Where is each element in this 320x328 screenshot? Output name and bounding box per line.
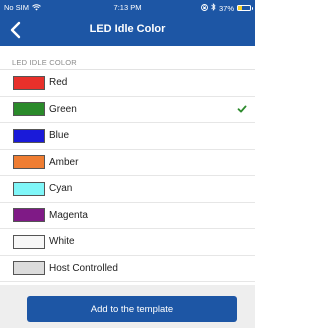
top-bar: No SIM 7:13 PM 37% LED Idle Color [0,0,255,46]
color-option-label: Green [49,103,77,115]
status-right: 37% [201,2,253,13]
battery-fill [238,6,243,10]
nav-bar: LED Idle Color [0,14,255,46]
color-option-label: Host Controlled [49,262,118,274]
color-option-cyan[interactable]: Cyan [0,176,255,203]
color-option-green[interactable]: Green [0,97,255,123]
color-option-host-controlled[interactable]: Host Controlled [0,256,255,282]
color-option-label: Amber [49,156,79,168]
color-option-red[interactable]: Red [0,70,255,97]
color-option-label: Red [49,77,68,89]
footer-bar: Add to the template [0,285,255,328]
color-option-magenta[interactable]: Magenta [0,203,255,229]
color-swatch [13,261,45,276]
checkmark-icon [237,105,247,112]
bluetooth-icon [211,2,216,13]
color-swatch [13,181,45,196]
color-swatch [13,155,45,170]
battery-percent: 37% [218,3,234,13]
page-title: LED Idle Color [89,23,166,35]
section-header: LED IDLE COLOR [12,58,77,67]
color-swatch [13,102,45,117]
battery-icon [237,5,253,11]
color-option-label: White [49,236,75,248]
rotation-lock-icon [201,3,208,13]
color-swatch [13,128,45,143]
color-option-label: Blue [49,130,70,142]
status-bar: No SIM 7:13 PM 37% [0,0,255,14]
color-option-label: Cyan [49,183,73,195]
color-option-label: Magenta [49,209,88,221]
color-option-amber[interactable]: Amber [0,150,255,176]
add-to-template-button[interactable]: Add to the template [27,296,237,322]
color-option-white[interactable]: White [0,229,255,256]
color-list: Red Green Blue Amber Cyan Magenta White Host Co… [0,70,255,282]
color-swatch [13,208,45,223]
color-option-blue[interactable]: Blue [0,123,255,150]
color-swatch [13,234,45,249]
color-swatch [13,75,45,90]
